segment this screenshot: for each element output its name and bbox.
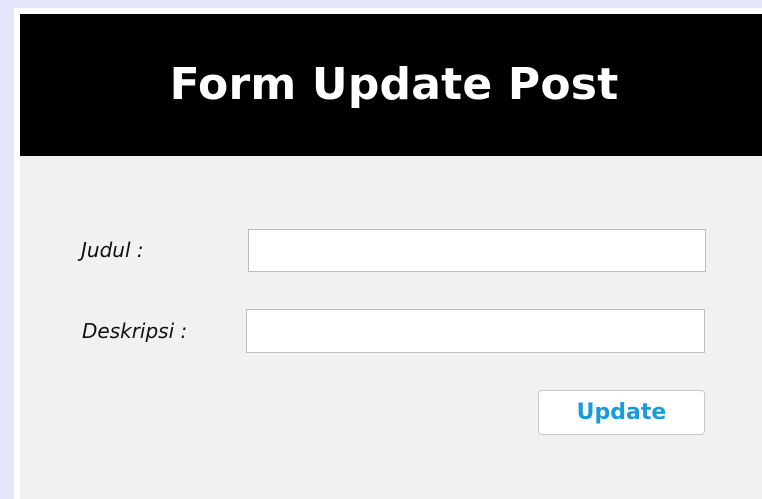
- deskripsi-input[interactable]: [246, 309, 705, 353]
- form-card: Form Update Post Judul : Deskripsi : Upd…: [20, 14, 762, 499]
- judul-input[interactable]: [248, 229, 706, 272]
- form-header: Form Update Post: [20, 14, 762, 156]
- deskripsi-label: Deskripsi :: [82, 319, 188, 343]
- update-button[interactable]: Update: [538, 390, 705, 435]
- judul-label: Judul :: [81, 238, 144, 262]
- page-title: Form Update Post: [169, 58, 619, 110]
